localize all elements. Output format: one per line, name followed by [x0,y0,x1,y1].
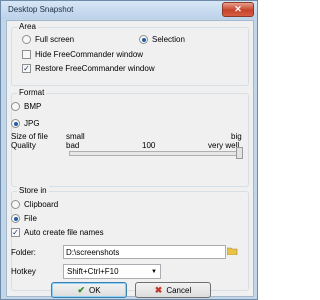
jpg-radio-icon[interactable] [11,119,20,128]
cancel-label: Cancel [166,285,192,295]
quality-label: Quality [11,141,36,150]
dialog-body: Area Full screen Selection Hide FreeComm… [6,20,254,298]
folder-icon[interactable] [227,247,238,255]
hotkey-value: Shift+Ctrl+F10 [67,267,119,276]
full-screen-radio-icon[interactable] [22,35,31,44]
quality-max-label: very well [208,141,240,150]
bmp-radio-icon[interactable] [11,102,20,111]
auto-names-check-icon[interactable]: ✓ [11,228,20,237]
chevron-down-icon: ▼ [151,268,157,275]
full-screen-label: Full screen [35,35,75,44]
checkmark-icon: ✔ [77,284,85,295]
x-icon: ✖ [154,284,163,295]
file-label: File [24,214,37,223]
bmp-label: BMP [24,102,42,111]
quality-slider-thumb[interactable] [236,147,243,159]
jpg-label: JPG [24,119,40,128]
area-group-label: Area [17,22,38,31]
window-title: Desktop Snapshot [8,5,74,14]
size-min-label: small [66,132,85,141]
radio-file[interactable]: File [11,214,37,223]
file-radio-icon[interactable] [11,214,20,223]
hotkey-dropdown[interactable]: Shift+Ctrl+F10 ▼ [63,264,161,279]
close-icon: ✕ [234,4,242,14]
size-of-file-label: Size of file [11,132,48,141]
radio-clipboard[interactable]: Clipboard [11,200,58,209]
restore-window-check-icon[interactable]: ✓ [22,64,31,73]
format-group-label: Format [17,88,47,97]
folder-input-value: D:\screenshots [66,247,120,257]
auto-names-label: Auto create file names [24,228,104,237]
quality-min-label: bad [66,141,80,150]
hide-window-checkbox[interactable]: Hide FreeCommander window [22,50,143,59]
title-bar[interactable]: Desktop Snapshot ✕ [1,1,257,19]
radio-full-screen[interactable]: Full screen [22,35,74,44]
folder-label: Folder: [11,248,36,257]
radio-selection[interactable]: Selection [139,35,185,44]
selection-radio-icon[interactable] [139,35,148,44]
auto-names-checkbox[interactable]: ✓ Auto create file names [11,228,104,237]
clipboard-label: Clipboard [24,200,59,209]
selection-label: Selection [152,35,185,44]
restore-window-checkbox[interactable]: ✓ Restore FreeCommander window [22,64,155,73]
clipboard-radio-icon[interactable] [11,200,20,209]
quality-value: 100 [142,141,156,150]
hide-window-check-icon[interactable] [22,50,31,59]
size-max-label: big [231,132,242,141]
radio-bmp[interactable]: BMP [11,102,41,111]
restore-window-label: Restore FreeCommander window [35,64,155,73]
ok-button[interactable]: ✔ OK [51,282,127,298]
hotkey-label: Hotkey [11,267,36,276]
radio-jpg[interactable]: JPG [11,119,40,128]
cancel-button[interactable]: ✖ Cancel [135,282,211,298]
store-group-label: Store in [17,186,49,195]
desktop-snapshot-dialog: Desktop Snapshot ✕ Area Full screen Sele… [0,0,258,300]
hide-window-label: Hide FreeCommander window [35,50,144,59]
ok-label: OK [88,285,101,295]
quality-slider-track[interactable] [69,151,243,156]
folder-input[interactable]: D:\screenshots [63,245,226,259]
close-button[interactable]: ✕ [222,2,254,17]
